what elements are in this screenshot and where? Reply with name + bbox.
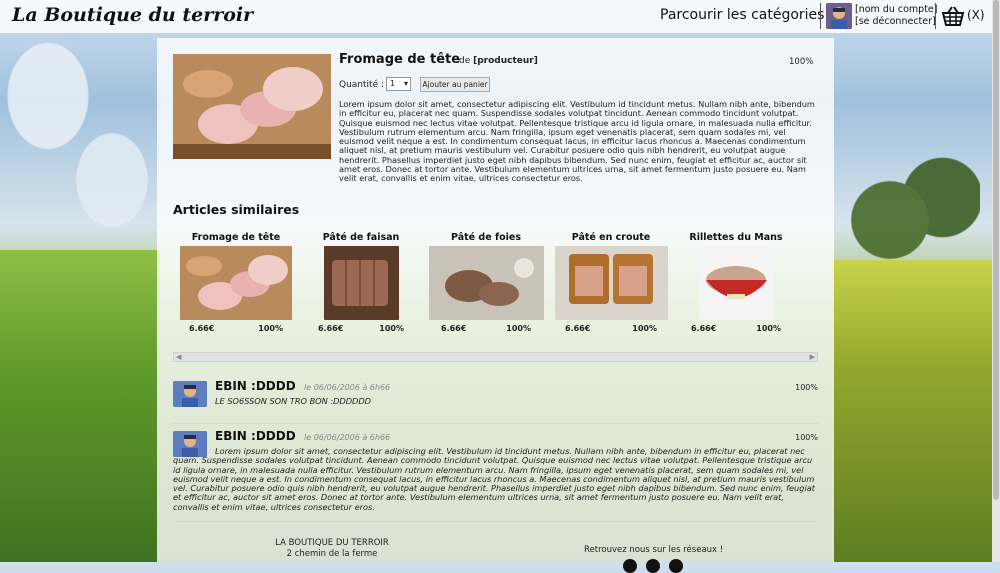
comment: EBIN :DDDD le 06/06/2006 à 6h66 100% Lor… xyxy=(173,429,818,512)
product-title: Fromage de tête xyxy=(339,52,461,67)
avatar-icon xyxy=(826,3,852,29)
basket-icon[interactable] xyxy=(940,5,966,27)
product-description: Lorem ipsum dolor sit amet, consectetur … xyxy=(339,99,815,184)
site-logo[interactable]: La Boutique du terroir xyxy=(12,4,253,26)
logout-link[interactable]: [se déconnecter] xyxy=(855,16,937,28)
similar-item[interactable]: Pâté en croute 6.66€ 100% xyxy=(549,232,673,336)
page-scrollbar[interactable] xyxy=(992,0,1000,562)
similar-item-price: 6.66€ xyxy=(441,324,467,333)
similar-item-name: Pâté de foies xyxy=(451,232,521,243)
scroll-right-icon[interactable]: ▶ xyxy=(810,353,815,361)
top-header: La Boutique du terroir Parcourir les cat… xyxy=(0,0,992,33)
footer-social-text: Retrouvez nous sur les réseaux ! xyxy=(584,545,724,555)
similar-articles-title: Articles similaires xyxy=(173,202,300,217)
product-image xyxy=(173,54,331,159)
similar-item-rating: 100% xyxy=(379,324,404,333)
similar-item-name: Rillettes du Mans xyxy=(689,232,783,243)
similar-item-image xyxy=(554,246,668,320)
background-trees xyxy=(830,130,980,280)
footer-shop-name: LA BOUTIQUE DU TERROIR xyxy=(275,538,389,548)
similar-item-price: 6.66€ xyxy=(565,324,591,333)
similar-item-rating: 100% xyxy=(506,324,531,333)
similar-item-rating: 100% xyxy=(258,324,283,333)
similar-item-image xyxy=(428,246,544,320)
similar-item[interactable]: Fromage de tête 6.66€ 100% xyxy=(173,232,299,336)
similar-item-name: Pâté en croute xyxy=(571,232,651,243)
instagram-icon[interactable] xyxy=(669,559,683,573)
comment-divider xyxy=(173,521,818,522)
similar-item-image xyxy=(698,246,774,320)
add-to-cart-button[interactable]: Ajouter au panier xyxy=(420,77,490,92)
product-rating: 100% xyxy=(789,57,814,67)
similar-item[interactable]: Pâté de foies 6.66€ 100% xyxy=(425,232,547,336)
background-field-left xyxy=(0,250,160,562)
product-producer: de [producteur] xyxy=(459,56,538,66)
producer-link[interactable]: [producteur] xyxy=(473,56,538,66)
background-clouds xyxy=(0,33,160,243)
producer-prefix: de xyxy=(459,56,471,66)
similar-item-price: 6.66€ xyxy=(318,324,344,333)
browse-categories-link[interactable]: Parcourir les catégories xyxy=(660,7,824,23)
footer-address: LA BOUTIQUE DU TERROIR 2 chemin de la fe… xyxy=(272,538,392,560)
facebook-icon[interactable] xyxy=(623,559,637,573)
product-panel: Fromage de tête de [producteur] 100% Qua… xyxy=(157,38,834,573)
similar-item[interactable]: Rillettes du Mans 6.66€ 100% xyxy=(675,232,797,336)
comment-divider xyxy=(173,423,818,424)
header-divider xyxy=(820,3,821,29)
similar-item-name: Pâté de faisan xyxy=(322,232,400,243)
similar-item-image xyxy=(180,246,292,320)
cart-count[interactable]: (X) xyxy=(967,8,985,22)
similar-item-price: 6.66€ xyxy=(691,324,717,333)
quantity-select[interactable]: 1 xyxy=(386,77,411,91)
comment: EBIN :DDDD le 06/06/2006 à 6h66 100% LE … xyxy=(173,379,818,411)
similar-item-rating: 100% xyxy=(756,324,781,333)
similar-item-name: Fromage de tête xyxy=(191,232,281,243)
header-divider xyxy=(935,3,936,29)
scroll-left-icon[interactable]: ◀ xyxy=(176,353,181,361)
comment-text: LE SO6SSON SON TRO BON :DDDDDD xyxy=(215,396,371,406)
similar-carousel-scrollbar[interactable]: ◀ ▶ xyxy=(173,352,818,362)
account-links: [nom du compte] [se déconnecter] xyxy=(855,4,937,28)
quantity-label: Quantité : xyxy=(339,80,384,90)
comment-avatar xyxy=(173,381,207,407)
account-name-link[interactable]: [nom du compte] xyxy=(855,4,937,16)
comment-author[interactable]: EBIN :DDDD xyxy=(215,429,296,443)
comment-rating: 100% xyxy=(795,383,818,392)
similar-item-rating: 100% xyxy=(632,324,657,333)
similar-item-image xyxy=(323,246,399,320)
similar-item[interactable]: Pâté de faisan 6.66€ 100% xyxy=(302,232,420,336)
comment-date: le 06/06/2006 à 6h66 xyxy=(304,433,391,442)
comment-author[interactable]: EBIN :DDDD xyxy=(215,379,296,393)
quantity-value: 1 xyxy=(390,79,396,88)
comment-text: Lorem ipsum dolor sit amet, consectetur … xyxy=(173,446,815,512)
comment-date: le 06/06/2006 à 6h66 xyxy=(304,383,391,392)
account-avatar[interactable] xyxy=(826,3,852,29)
footer-street: 2 chemin de la ferme xyxy=(286,549,378,559)
background-field-right xyxy=(832,260,992,562)
scrollbar-thumb[interactable] xyxy=(993,0,999,500)
twitter-icon[interactable] xyxy=(646,559,660,573)
similar-item-price: 6.66€ xyxy=(189,324,215,333)
comment-rating: 100% xyxy=(795,433,818,442)
